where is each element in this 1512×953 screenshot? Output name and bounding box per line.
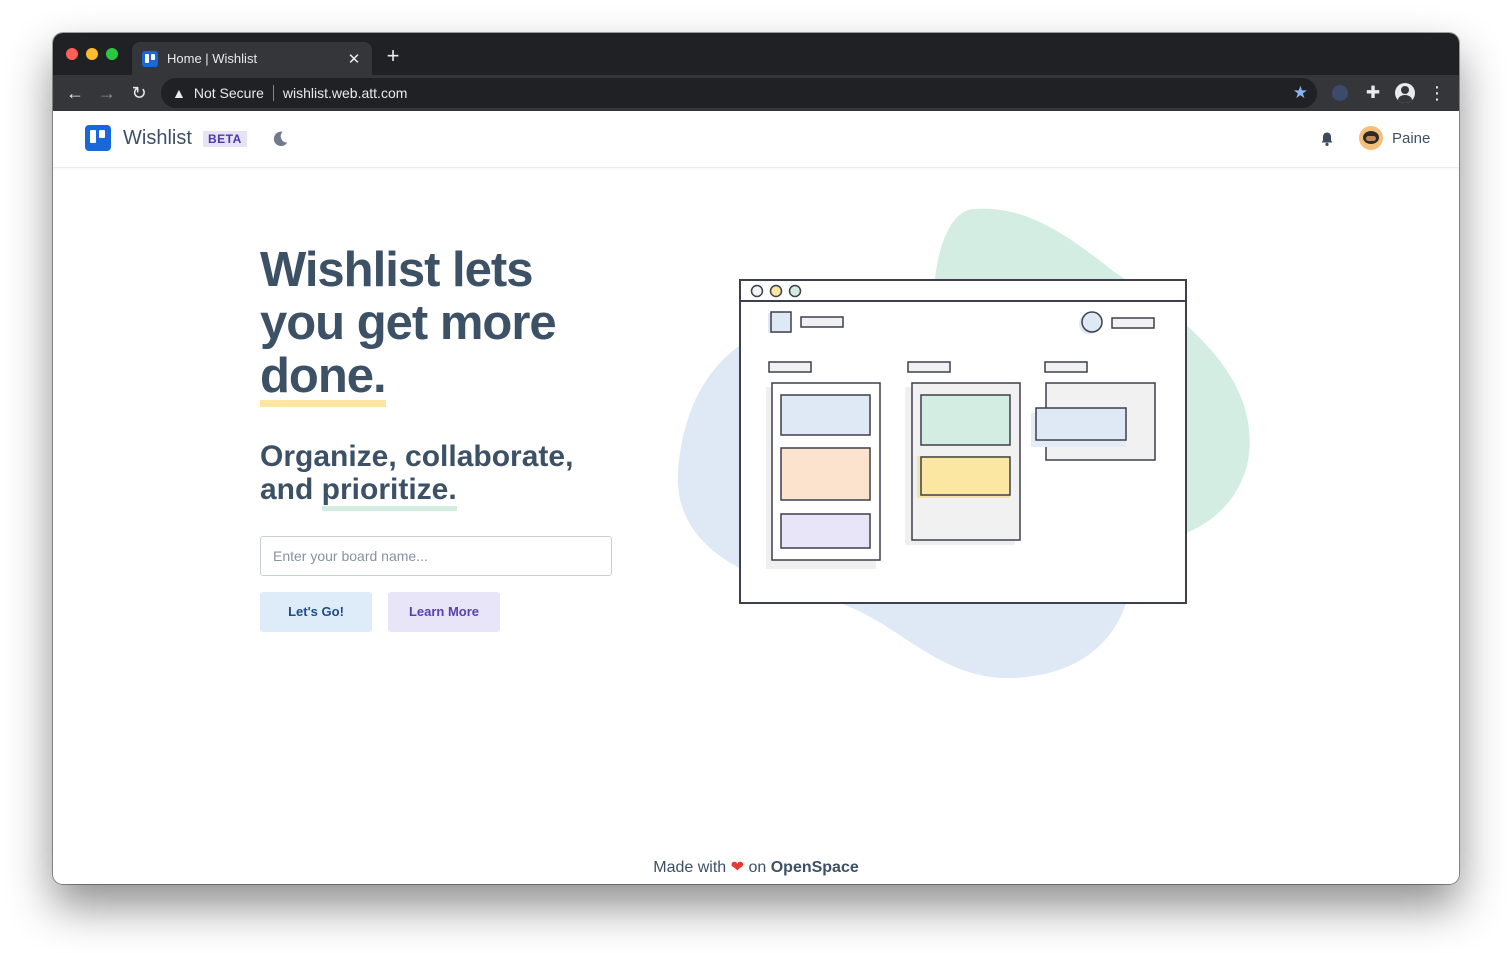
tab-strip: Home | Wishlist ✕ + — [53, 33, 1459, 75]
learn-more-button[interactable]: Learn More — [388, 592, 500, 632]
brand-name[interactable]: Wishlist — [123, 127, 192, 150]
illustration-dot-3 — [788, 284, 802, 298]
browser-toolbar: ← → ↻ ▲ Not Secure wishlist.web.att.com … — [53, 75, 1459, 111]
lets-go-button[interactable]: Let's Go! — [260, 592, 372, 632]
address-divider — [272, 85, 274, 101]
reload-icon[interactable]: ↻ — [129, 83, 149, 103]
address-bar[interactable]: ▲ Not Secure wishlist.web.att.com ★ — [161, 78, 1317, 108]
openspace-link[interactable]: OpenSpace — [771, 859, 859, 876]
maximize-window-button[interactable] — [106, 48, 118, 60]
browser-tab[interactable]: Home | Wishlist ✕ — [132, 42, 372, 75]
hero-subtitle-line-1: Organize, collaborate, — [260, 440, 574, 473]
illustration-dot-1 — [750, 284, 764, 298]
illustration-card-orange — [780, 447, 871, 501]
page-content: Wishlist BETA Paine Wishlist lets you ge… — [53, 111, 1459, 884]
security-label[interactable]: Not Secure — [194, 85, 264, 101]
warning-icon[interactable]: ▲ — [172, 85, 186, 101]
url-text[interactable]: wishlist.web.att.com — [283, 85, 1293, 101]
user-name[interactable]: Paine — [1392, 130, 1430, 147]
tab-close-icon[interactable]: ✕ — [346, 50, 362, 68]
illustration-brand-bar — [800, 316, 844, 328]
board-illustration — [677, 208, 1250, 679]
app-header: Wishlist BETA Paine — [53, 111, 1459, 168]
hero-title: Wishlist lets you get more done. — [260, 243, 620, 407]
hero-title-highlight: done. — [260, 349, 387, 407]
board-name-input[interactable] — [260, 536, 612, 576]
wishlist-logo-icon[interactable] — [85, 125, 111, 151]
hero-subtitle: Organize, collaborate, and prioritize. — [260, 440, 620, 511]
extensions-puzzle-icon[interactable]: ✚ — [1362, 82, 1384, 104]
extension-icon[interactable] — [1329, 82, 1351, 104]
new-tab-button[interactable]: + — [383, 45, 403, 67]
tab-title: Home | Wishlist — [167, 51, 258, 66]
illustration-logo-box — [770, 311, 792, 333]
footer-prefix: Made with — [653, 859, 727, 876]
hero-subtitle-highlight: prioritize. — [321, 473, 457, 511]
forward-arrow-icon[interactable]: → — [97, 83, 117, 103]
illustration-card-blue — [780, 394, 871, 436]
hero-subtitle-and: and — [260, 473, 322, 506]
illustration-avatar — [1081, 311, 1103, 333]
illustration-dragging-card — [1035, 407, 1127, 441]
close-window-button[interactable] — [66, 48, 78, 60]
profile-icon[interactable] — [1394, 82, 1416, 104]
illustration-user-bar — [1111, 317, 1155, 329]
browser-menu-icon[interactable]: ⋮ — [1426, 82, 1448, 104]
bookmark-star-icon[interactable]: ★ — [1293, 83, 1308, 103]
dark-mode-moon-icon[interactable] — [271, 130, 289, 148]
illustration-card-green — [920, 394, 1011, 446]
notifications-bell-icon[interactable] — [1319, 131, 1335, 147]
illustration-card-yellow — [920, 456, 1011, 496]
beta-badge: BETA — [203, 131, 247, 147]
hero-title-line-2: you get more — [260, 296, 557, 350]
hero-title-line-1: Wishlist lets — [260, 243, 533, 297]
favicon-icon — [142, 50, 158, 67]
footer: Made with ❤ on OpenSpace — [53, 857, 1459, 877]
heart-icon: ❤ — [730, 859, 745, 876]
minimize-window-button[interactable] — [86, 48, 98, 60]
illustration-card-purple — [780, 513, 871, 549]
footer-suffix: on — [748, 859, 767, 876]
user-avatar[interactable] — [1359, 126, 1383, 150]
illustration-dot-2 — [769, 284, 783, 298]
browser-window: Home | Wishlist ✕ + ← → ↻ ▲ Not Secure w… — [53, 33, 1459, 884]
back-arrow-icon[interactable]: ← — [65, 83, 85, 103]
